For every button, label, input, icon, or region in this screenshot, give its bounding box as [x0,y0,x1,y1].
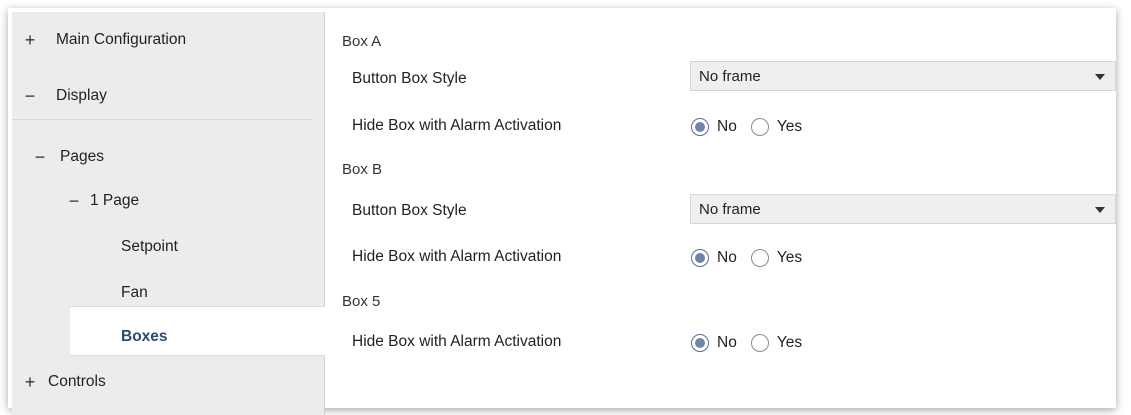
sidebar-item-pages[interactable]: − Pages [32,134,344,180]
param-label-button-box-style-b: Button Box Style [352,202,467,219]
sidebar-item-label: 1 Page [90,192,140,209]
radio-label-no: No [717,118,737,135]
sidebar-item-label: Display [56,87,107,104]
sidebar-item-label: Controls [48,373,106,390]
chevron-down-icon [1095,207,1105,213]
dropdown-value: No frame [699,200,761,218]
sidebar-item-boxes[interactable]: Boxes [121,314,311,360]
radio-label-no: No [717,249,737,266]
sidebar-item-main-configuration[interactable]: + Main Configuration [22,17,334,63]
collapse-icon[interactable]: − [32,147,48,168]
radio-yes[interactable] [750,118,769,136]
radio-yes[interactable] [750,334,769,352]
sidebar-item-label: Setpoint [121,238,178,255]
dropdown-value: No frame [699,67,761,85]
sidebar-item-setpoint[interactable]: Setpoint [121,224,311,270]
sidebar-item-label: Fan [121,284,148,301]
expand-icon[interactable]: + [22,30,38,51]
sidebar-item-label: Pages [60,148,104,165]
radio-group-hide-box-b: No Yes [691,246,816,270]
param-label-hide-box-b: Hide Box with Alarm Activation [352,248,562,265]
dropdown-button-box-style-a[interactable]: No frame [690,61,1116,91]
radio-no[interactable] [691,249,709,267]
param-label-button-box-style-a: Button Box Style [352,70,467,87]
dropdown-button-box-style-b[interactable]: No frame [690,194,1116,224]
sidebar-item-label: Boxes [121,328,168,345]
sidebar-item-controls[interactable]: + Controls [22,359,334,405]
collapse-icon[interactable]: − [22,86,38,107]
radio-label-no: No [717,334,737,351]
expand-icon[interactable]: + [22,372,38,393]
collapse-icon[interactable]: − [66,191,82,212]
param-label-hide-box-a: Hide Box with Alarm Activation [352,117,562,134]
param-label-hide-box-5: Hide Box with Alarm Activation [352,333,562,350]
radio-yes[interactable] [750,249,769,267]
radio-group-hide-box-a: No Yes [691,115,816,139]
sidebar-item-display[interactable]: − Display [22,73,334,119]
radio-label-yes: Yes [776,249,803,266]
sidebar-divider [12,119,312,120]
radio-label-yes: Yes [776,118,803,135]
group-title-box-a: Box A [342,33,382,50]
sidebar-item-label: Main Configuration [56,31,187,48]
radio-no[interactable] [691,118,709,136]
group-title-box-5: Box 5 [342,293,381,310]
chevron-down-icon [1095,74,1105,80]
group-title-box-b: Box B [342,161,383,178]
radio-group-hide-box-5: No Yes [691,331,816,355]
radio-label-yes: Yes [776,334,803,351]
radio-no[interactable] [691,334,709,352]
